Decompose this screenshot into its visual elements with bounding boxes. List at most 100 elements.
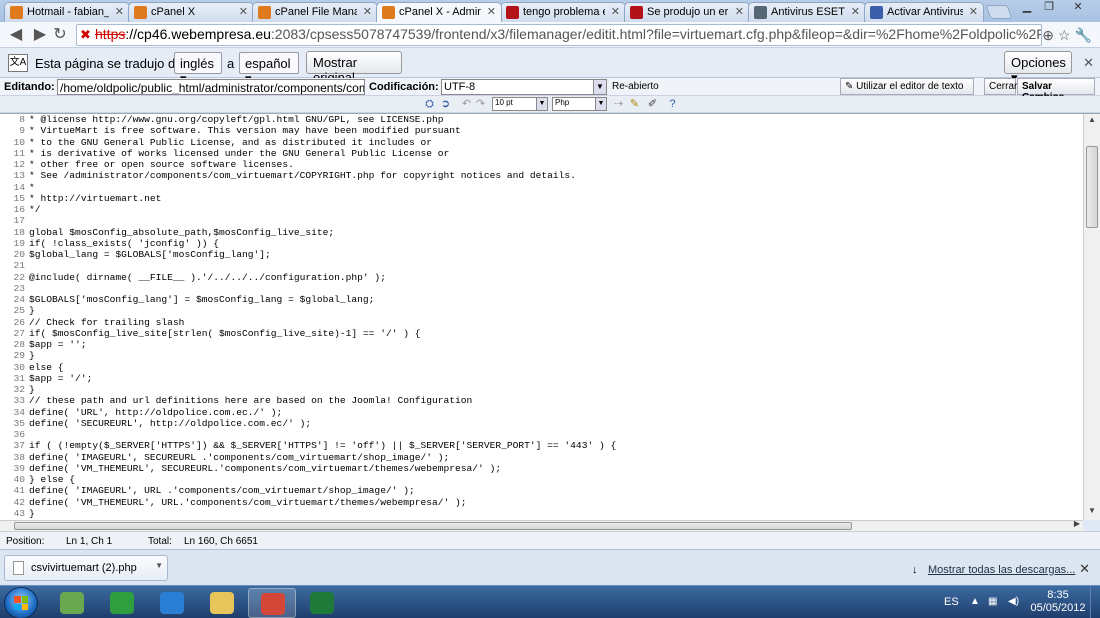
code-text[interactable]: * to the GNU General Public License, and… [29, 137, 432, 148]
code-text[interactable]: if( !class_exists( 'jconfig' )) { [29, 238, 219, 249]
vertical-scroll-thumb[interactable] [1086, 146, 1098, 228]
wrench-menu-icon[interactable]: 🔧 [1075, 27, 1092, 44]
code-line[interactable]: 32} [0, 384, 1082, 395]
code-line[interactable]: 39 define( 'VM_THEMEURL', SECUREURL.'comp… [0, 463, 1082, 474]
code-line[interactable]: 22 @include( dirname( __FILE__ ).'/../../… [0, 272, 1082, 283]
translate-page-icon[interactable]: ⊕ [1042, 27, 1054, 44]
code-line[interactable]: 14 * [0, 182, 1082, 193]
back-arrow-icon[interactable]: ◀ [6, 25, 26, 45]
reload-icon[interactable]: ↻ [50, 25, 70, 45]
volume-icon[interactable]: ◀) [1008, 596, 1019, 607]
code-text[interactable]: * http://virtuemart.net [29, 193, 161, 204]
close-editor-button[interactable]: Cerrar [984, 78, 1017, 95]
close-window-icon[interactable]: ✕ [1060, 0, 1096, 16]
maximize-icon[interactable]: ❐ [1038, 0, 1060, 16]
forward-arrow-icon[interactable]: ▶ [30, 25, 50, 45]
code-line[interactable]: 29} [0, 350, 1082, 361]
code-text[interactable]: $GLOBALS['mosConfig_lang'] = $mosConfig_… [29, 294, 374, 305]
browser-tab[interactable]: Activar Antivirus - F ✕ [864, 2, 984, 22]
code-line[interactable]: 35 define( 'SECUREURL', http://oldpolice.… [0, 418, 1082, 429]
tray-expand-icon[interactable]: ▲ [970, 596, 980, 607]
code-text[interactable]: * @license http://www.gnu.org/copyleft/g… [29, 114, 444, 125]
browser-tab[interactable]: Antivirus ESET ECU ✕ [748, 2, 866, 22]
browser-tab[interactable]: cPanel X ✕ [128, 2, 254, 22]
taskbar-app-control-panel[interactable] [48, 588, 96, 618]
code-editor[interactable]: 8 * @license http://www.gnu.org/copyleft/… [0, 113, 1100, 520]
redo-icon[interactable]: ↷ [474, 98, 487, 111]
code-text[interactable]: } [29, 384, 35, 395]
clock[interactable]: 8:35 05/05/2012 [1030, 589, 1086, 615]
scroll-down-icon[interactable]: ▼ [1084, 506, 1100, 520]
code-text[interactable]: * VirtueMart is free software. This vers… [29, 125, 461, 136]
code-text[interactable]: global $mosConfig_absolute_path,$mosConf… [29, 227, 334, 238]
code-line[interactable]: 18 global $mosConfig_absolute_path,$mosCo… [0, 227, 1082, 238]
browser-tab[interactable]: cPanel File Manage ✕ [252, 2, 378, 22]
code-line[interactable]: 13 * See /administrator/components/com_vi… [0, 170, 1082, 181]
code-text[interactable]: $global_lang = $GLOBALS['mosConfig_lang'… [29, 249, 271, 260]
code-text[interactable]: define( 'VM_THEMEURL', URL.'components/c… [29, 497, 467, 508]
code-text[interactable]: // these path and url definitions here a… [29, 395, 472, 406]
show-all-downloads-link[interactable]: Mostrar todas las descargas... [928, 564, 1075, 576]
code-text[interactable]: define( 'IMAGEURL', URL .'components/com… [29, 485, 415, 496]
code-line[interactable]: 41 define( 'IMAGEURL', URL .'components/c… [0, 485, 1082, 496]
close-shelf-icon[interactable]: ✕ [1079, 561, 1090, 577]
toggle-highlight-icon[interactable]: ⇢ [612, 98, 625, 111]
syntax-language-select[interactable]: Php ▼ [552, 97, 607, 111]
code-line[interactable]: 33 // these path and url definitions here… [0, 395, 1082, 406]
save-changes-button[interactable]: Salvar Cambios [1017, 78, 1095, 103]
code-text[interactable]: // Check for trailing slash [29, 317, 184, 328]
close-tab-icon[interactable]: ✕ [735, 5, 744, 18]
horizontal-scroll-thumb[interactable] [14, 522, 852, 530]
scroll-up-icon[interactable]: ▲ [1084, 115, 1100, 129]
taskbar-app-excel[interactable] [298, 588, 346, 618]
code-text[interactable]: define( 'VM_THEMEURL', SECUREURL.'compon… [29, 463, 501, 474]
code-line[interactable]: 15 * http://virtuemart.net [0, 193, 1082, 204]
file-path-field[interactable]: /home/oldpolic/public_html/administrator… [57, 79, 365, 95]
close-tab-icon[interactable]: ✕ [239, 5, 248, 18]
code-text[interactable]: } [29, 350, 35, 361]
encoding-select[interactable]: UTF-8 ▼ [441, 79, 607, 95]
code-text[interactable]: if ( (!empty($_SERVER['HTTPS']) && $_SER… [29, 440, 616, 451]
code-line[interactable]: 24 $GLOBALS['mosConfig_lang'] = $mosConfi… [0, 294, 1082, 305]
use-text-editor-button[interactable]: ✎ Utilizar el editor de texto [840, 78, 974, 95]
browser-tab[interactable]: cPanel X - Administ ✕ [376, 2, 502, 22]
source-language-select[interactable]: inglés ▾ [174, 52, 222, 86]
close-tab-icon[interactable]: ✕ [487, 5, 496, 18]
translate-options-button[interactable]: Opciones ▾ [1004, 51, 1072, 85]
highlight-icon[interactable]: ✎ [628, 98, 641, 111]
search-replace-icon[interactable]: ⛭ [423, 98, 436, 111]
reopen-button[interactable]: Re-abierto [612, 81, 659, 92]
code-line[interactable]: 36 [0, 429, 1082, 440]
target-language-select[interactable]: español ▾ [239, 52, 299, 86]
vertical-scrollbar[interactable]: ▲ ▼ [1083, 114, 1100, 520]
goto-line-icon[interactable]: ➲ [439, 98, 452, 111]
code-line[interactable]: 23 [0, 283, 1082, 294]
code-line[interactable]: 12 * other free or open source software l… [0, 159, 1082, 170]
code-line[interactable]: 38 define( 'IMAGEURL', SECUREURL .'compon… [0, 452, 1082, 463]
close-tab-icon[interactable]: ✕ [611, 5, 620, 18]
show-desktop-button[interactable] [1090, 586, 1100, 618]
code-line[interactable]: 31 $app = '/'; [0, 373, 1082, 384]
bookmark-star-icon[interactable]: ☆ [1058, 27, 1071, 44]
code-text[interactable]: * See /administrator/components/com_virt… [29, 170, 576, 181]
close-tab-icon[interactable]: ✕ [115, 5, 124, 18]
close-tab-icon[interactable]: ✕ [363, 5, 372, 18]
new-tab-button[interactable] [985, 5, 1013, 19]
code-line[interactable]: 8 * @license http://www.gnu.org/copyleft/… [0, 114, 1082, 125]
code-text[interactable]: */ [29, 204, 41, 215]
taskbar-app-app-green-circle[interactable] [98, 588, 146, 618]
code-line[interactable]: 19 if( !class_exists( 'jconfig' )) { [0, 238, 1082, 249]
horizontal-scrollbar[interactable]: ▶ [0, 519, 1083, 531]
code-line[interactable]: 26 // Check for trailing slash [0, 317, 1082, 328]
help-icon[interactable]: ? [666, 98, 679, 111]
taskbar-app-chrome[interactable] [248, 588, 296, 618]
reset-icon[interactable]: ✐ [646, 98, 659, 111]
address-bar[interactable]: ✖ https://cp46.webempresa.eu:2083/cpsess… [76, 24, 1042, 46]
code-text[interactable]: @include( dirname( __FILE__ ).'/../../..… [29, 272, 386, 283]
close-tab-icon[interactable]: ✕ [969, 5, 978, 18]
code-line[interactable]: 21 [0, 260, 1082, 271]
code-line[interactable]: 30 else { [0, 362, 1082, 373]
code-text[interactable]: $app = ''; [29, 339, 87, 350]
close-infobar-icon[interactable]: ✕ [1083, 55, 1094, 71]
code-line[interactable]: 17 [0, 215, 1082, 226]
